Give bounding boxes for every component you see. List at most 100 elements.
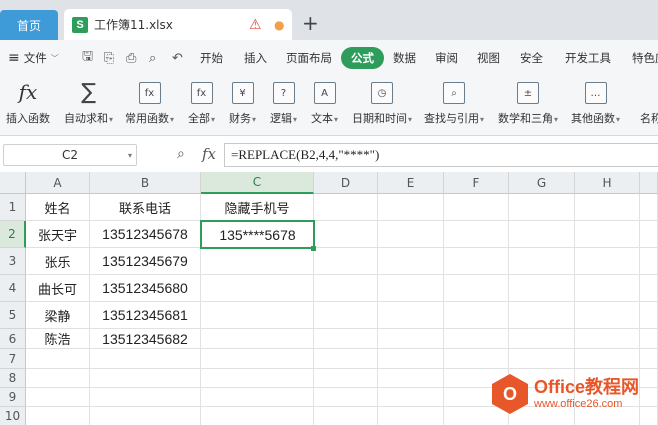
empty-cell[interactable] (509, 248, 575, 275)
cell-c3[interactable] (201, 248, 314, 275)
text-functions-button[interactable]: A 文本▾ (311, 80, 338, 126)
cell-c1[interactable]: 隐藏手机号 (201, 194, 314, 221)
math-button[interactable]: ± 数学和三角▾ (498, 80, 558, 126)
name-box[interactable]: C2 ▾ (3, 144, 137, 166)
row-header-1[interactable]: 1 (0, 194, 26, 221)
zoom-icon[interactable]: ⌕ (177, 146, 185, 162)
menu-security[interactable]: 安全 (520, 40, 543, 76)
fill-handle[interactable] (311, 246, 316, 251)
row-header-3[interactable]: 3 (0, 248, 26, 275)
empty-cell[interactable] (314, 388, 378, 407)
unsaved-dot-icon[interactable]: ● (274, 18, 284, 32)
column-header-c[interactable]: C (201, 172, 314, 194)
empty-cell[interactable] (509, 329, 575, 349)
empty-cell[interactable] (444, 302, 509, 329)
cell-a2[interactable]: 张天宇 (26, 221, 90, 248)
cell-a1[interactable]: 姓名 (26, 194, 90, 221)
save-icon[interactable]: 🖫 (82, 40, 93, 76)
formula-input[interactable]: =REPLACE(B2,4,4,"****") (224, 143, 658, 167)
empty-cell[interactable] (26, 407, 90, 425)
cell-c4[interactable] (201, 275, 314, 302)
cell-b6[interactable]: 13512345682 (90, 329, 201, 349)
print-icon[interactable]: ⎙ (126, 40, 136, 76)
empty-cell[interactable] (640, 388, 658, 407)
chevron-down-icon[interactable]: ▾ (128, 151, 132, 160)
empty-cell[interactable] (640, 275, 658, 302)
empty-cell[interactable] (575, 221, 640, 248)
empty-cell[interactable] (640, 194, 658, 221)
empty-cell[interactable] (314, 329, 378, 349)
empty-cell[interactable] (90, 369, 201, 388)
common-functions-button[interactable]: fx 常用函数▾ (125, 80, 174, 126)
empty-cell[interactable] (378, 369, 444, 388)
warning-icon[interactable]: ⚠ (249, 17, 262, 33)
empty-cell[interactable] (640, 221, 658, 248)
empty-cell[interactable] (575, 248, 640, 275)
empty-cell[interactable] (444, 329, 509, 349)
empty-cell[interactable] (314, 275, 378, 302)
empty-cell[interactable] (314, 369, 378, 388)
empty-cell[interactable] (314, 407, 378, 425)
menu-view[interactable]: 视图 (477, 40, 500, 76)
cell-a4[interactable]: 曲长可 (26, 275, 90, 302)
empty-cell[interactable] (509, 194, 575, 221)
lookup-button[interactable]: ⌕ 查找与引用▾ (424, 80, 484, 126)
column-header-d[interactable]: D (314, 172, 378, 194)
datetime-button[interactable]: ◷ 日期和时间▾ (352, 80, 412, 126)
empty-cell[interactable] (90, 407, 201, 425)
empty-cell[interactable] (640, 369, 658, 388)
cell-c2-active[interactable]: 135****5678 (200, 220, 315, 249)
row-header-5[interactable]: 5 (0, 302, 26, 329)
empty-cell[interactable] (640, 329, 658, 349)
empty-cell[interactable] (640, 407, 658, 425)
empty-cell[interactable] (444, 248, 509, 275)
empty-cell[interactable] (314, 194, 378, 221)
cell-a3[interactable]: 张乐 (26, 248, 90, 275)
empty-cell[interactable] (201, 407, 314, 425)
empty-cell[interactable] (26, 388, 90, 407)
empty-cell[interactable] (640, 349, 658, 369)
empty-cell[interactable] (575, 329, 640, 349)
undo-icon[interactable]: ↶ (172, 40, 183, 76)
empty-cell[interactable] (444, 275, 509, 302)
empty-cell[interactable] (314, 248, 378, 275)
menu-formula[interactable]: 公式 (341, 40, 384, 76)
empty-cell[interactable] (314, 349, 378, 369)
empty-cell[interactable] (575, 349, 640, 369)
empty-cell[interactable] (509, 221, 575, 248)
cell-b5[interactable]: 13512345681 (90, 302, 201, 329)
cell-b4[interactable]: 13512345680 (90, 275, 201, 302)
empty-cell[interactable] (640, 302, 658, 329)
more-functions-button[interactable]: … 其他函数▾ (571, 80, 620, 126)
empty-cell[interactable] (575, 275, 640, 302)
menu-page-layout[interactable]: 页面布局 (286, 40, 332, 76)
insert-function-button[interactable]: fx 插入函数 (6, 80, 50, 126)
menu-start[interactable]: 开始 (200, 40, 223, 76)
empty-cell[interactable] (26, 349, 90, 369)
empty-cell[interactable] (201, 388, 314, 407)
empty-cell[interactable] (378, 329, 444, 349)
fx-icon[interactable]: fx (202, 145, 216, 163)
empty-cell[interactable] (378, 275, 444, 302)
column-header-h[interactable]: H (575, 172, 640, 194)
row-header-8[interactable]: 8 (0, 369, 26, 388)
row-header-10[interactable]: 10 (0, 407, 26, 425)
logic-button[interactable]: ? 逻辑▾ (270, 80, 297, 126)
empty-cell[interactable] (378, 349, 444, 369)
empty-cell[interactable] (314, 302, 378, 329)
print-preview-icon[interactable]: ⌕ (149, 40, 156, 76)
column-header-b[interactable]: B (90, 172, 201, 194)
export-pdf-icon[interactable]: ⎘ (104, 40, 114, 76)
cell-c5[interactable] (201, 302, 314, 329)
tab-document[interactable]: S 工作簿11.xlsx ⚠ ● (64, 9, 292, 40)
empty-cell[interactable] (575, 194, 640, 221)
empty-cell[interactable] (640, 248, 658, 275)
autosum-button[interactable]: ∑ 自动求和▾ (64, 80, 113, 126)
menu-data[interactable]: 数据 (393, 40, 416, 76)
empty-cell[interactable] (444, 349, 509, 369)
empty-cell[interactable] (575, 302, 640, 329)
menu-insert[interactable]: 插入 (244, 40, 267, 76)
empty-cell[interactable] (509, 302, 575, 329)
empty-cell[interactable] (509, 275, 575, 302)
empty-cell[interactable] (378, 302, 444, 329)
